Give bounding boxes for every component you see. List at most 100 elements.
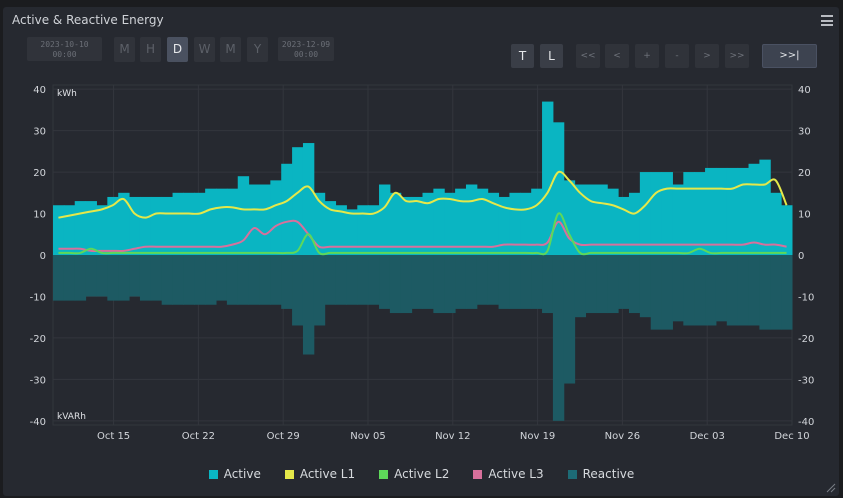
reactive-bar	[607, 255, 619, 314]
x-tick-label: Nov 19	[520, 431, 555, 442]
reactive-bar	[150, 255, 163, 301]
y-tick-label-left: -30	[30, 375, 46, 386]
active-bar	[183, 192, 195, 255]
reactive-bar	[422, 255, 434, 309]
reactive-bar	[552, 255, 565, 421]
reactive-bar	[444, 255, 456, 314]
y-tick-label-left: 40	[33, 85, 46, 96]
reactive-bar	[400, 255, 413, 314]
reactive-bar	[433, 255, 445, 314]
reactive-bar	[650, 255, 663, 330]
reactive-bar	[585, 255, 597, 314]
x-tick-label: Dec 10	[774, 431, 809, 442]
active-bar	[85, 201, 97, 255]
reactive-bar	[335, 255, 347, 305]
legend-item-reactive[interactable]: Reactive	[567, 466, 635, 482]
active-bar	[781, 205, 793, 255]
y-tick-label-right: 30	[798, 127, 811, 138]
reactive-bar	[639, 255, 652, 318]
reactive-bar	[96, 255, 108, 297]
active-bar	[281, 163, 293, 255]
reactive-bar	[237, 255, 250, 305]
reactive-bar	[759, 255, 771, 330]
reactive-bar	[389, 255, 402, 314]
reactive-bar	[628, 255, 641, 314]
reactive-bar	[726, 255, 739, 326]
reactive-bar	[455, 255, 467, 309]
reactive-bar	[313, 255, 326, 326]
y-unit-label-bottom: kVARh	[57, 412, 86, 422]
reactive-bar	[683, 255, 695, 326]
reactive-bar	[292, 255, 304, 326]
y-tick-label-left: -20	[30, 334, 46, 345]
reactive-bar	[85, 255, 97, 297]
reactive-bar	[63, 255, 76, 301]
active-bar	[455, 188, 467, 255]
active-bar	[715, 167, 728, 255]
reactive-bar	[498, 255, 510, 309]
active-bar	[639, 172, 652, 255]
active-bar	[389, 192, 402, 255]
active-bar	[172, 192, 184, 255]
active-bar	[650, 172, 663, 255]
active-bar	[465, 184, 478, 255]
reactive-bar	[618, 255, 630, 309]
reactive-bar	[74, 255, 87, 301]
y-tick-label-right: -40	[798, 417, 814, 428]
reactive-bar	[302, 255, 315, 355]
legend-item-active-l2[interactable]: Active L2	[379, 466, 449, 482]
y-tick-label-left: -40	[30, 417, 46, 428]
legend-swatch-active-l3	[473, 469, 483, 479]
reactive-bar	[259, 255, 271, 305]
energy-chart: 40 40 30 30 20 20 10 10 0 0 -10 -10 -20 -20 -30 -30 -40 -…	[30, 84, 814, 442]
y-tick-label-right: -10	[798, 292, 814, 303]
y-tick-label-left: -10	[30, 292, 46, 303]
active-bar	[628, 192, 641, 255]
legend-swatch-active-l2	[379, 469, 389, 479]
active-bar	[346, 209, 358, 255]
active-bar	[726, 167, 739, 255]
legend-item-active-l3[interactable]: Active L3	[473, 466, 544, 482]
reactive-bar	[346, 255, 358, 305]
active-bar	[74, 201, 87, 255]
reactive-bar	[248, 255, 260, 305]
reactive-bar	[563, 255, 576, 384]
legend-label-reactive: Reactive	[582, 467, 635, 481]
x-tick-label: Oct 15	[97, 431, 130, 442]
x-tick-label: Oct 22	[182, 431, 215, 442]
reactive-bar	[509, 255, 521, 309]
legend-label-active: Active	[223, 467, 261, 481]
reactive-bar	[770, 255, 782, 330]
reactive-bar	[172, 255, 184, 305]
reactive-bar	[183, 255, 195, 305]
active-bar	[129, 196, 141, 255]
x-tick-label: Nov 05	[350, 431, 385, 442]
y-tick-label-right: 10	[798, 210, 811, 221]
reactive-bar	[715, 255, 728, 322]
active-bar	[737, 167, 750, 255]
reactive-bar	[531, 255, 543, 309]
active-bar	[552, 122, 565, 255]
reactive-bar	[781, 255, 793, 330]
reactive-bar	[161, 255, 174, 305]
reactive-bar	[596, 255, 608, 314]
reactive-bar	[194, 255, 206, 305]
resize-handle-icon[interactable]	[826, 483, 836, 493]
reactive-bar	[661, 255, 673, 330]
active-bar	[205, 188, 217, 255]
legend-item-active-l1[interactable]: Active L1	[284, 466, 355, 482]
reactive-bar	[118, 255, 130, 301]
x-tick-label: Nov 12	[435, 431, 470, 442]
reactive-bar	[737, 255, 750, 326]
y-unit-label-top: kWh	[57, 89, 77, 99]
active-bar	[194, 192, 206, 255]
reactive-bar	[53, 255, 65, 301]
y-tick-label-right: -20	[798, 334, 814, 345]
active-bar	[661, 172, 673, 255]
legend-swatch-active	[208, 469, 218, 479]
legend-label-active-l3: Active L3	[488, 467, 544, 481]
reactive-bar	[672, 255, 684, 322]
chart-bars	[53, 101, 793, 421]
reactive-bar	[216, 255, 228, 301]
legend-item-active[interactable]: Active	[208, 466, 261, 482]
